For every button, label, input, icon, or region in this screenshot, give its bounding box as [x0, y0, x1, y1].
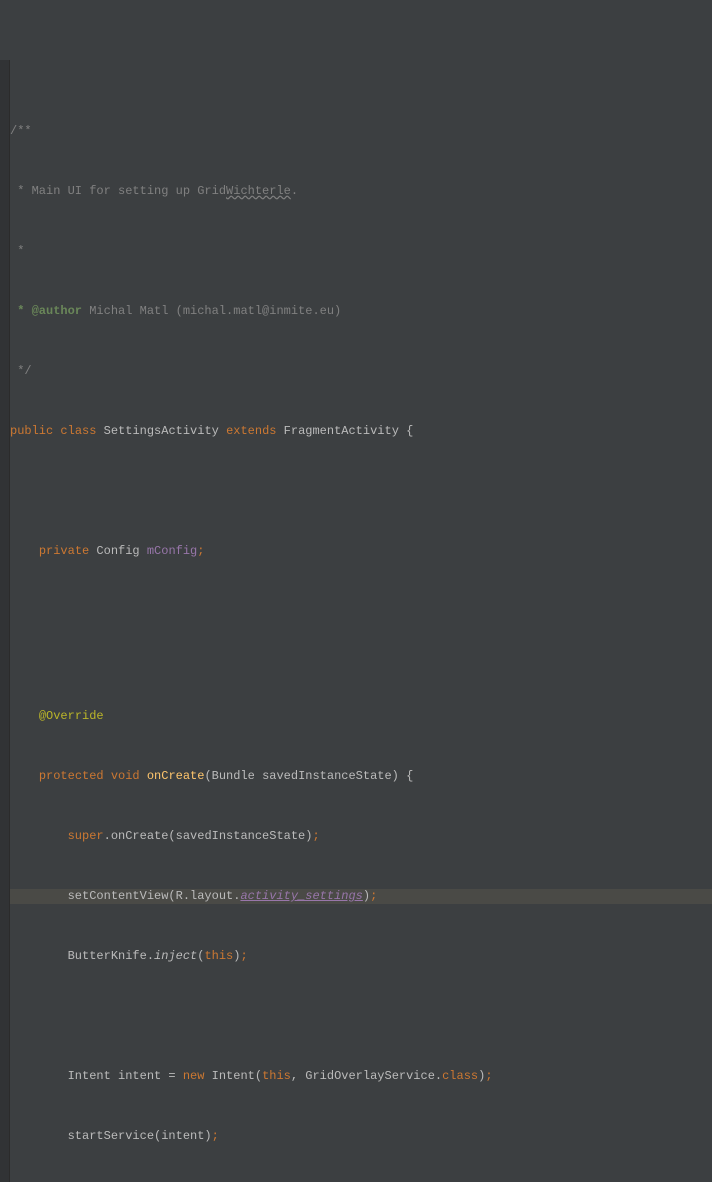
- setcontentview-line: setContentView(R.layout.activity_setting…: [0, 889, 712, 904]
- startservice-line: startService(intent);: [10, 1129, 712, 1144]
- comment-author: * @author Michal Matl (michal.matl@inmit…: [10, 304, 341, 318]
- oncreate-signature: protected void onCreate(Bundle savedInst…: [10, 769, 712, 784]
- override-annotation: @Override: [10, 709, 712, 724]
- super-call: super.onCreate(savedInstanceState);: [10, 829, 712, 844]
- gutter: [0, 60, 10, 1182]
- butterknife-line: ButterKnife.inject(this);: [10, 949, 712, 964]
- code-editor[interactable]: /** * Main UI for setting up GridWichter…: [0, 60, 712, 1182]
- comment-desc: * Main UI for setting up GridWichterle.: [10, 184, 298, 198]
- field-declaration: private Config mConfig;: [10, 544, 712, 559]
- comment-close: */: [10, 364, 32, 378]
- comment-open: /**: [10, 124, 32, 138]
- intent-decl: Intent intent = new Intent(this, GridOve…: [10, 1069, 712, 1084]
- class-declaration: public class SettingsActivity extends Fr…: [10, 424, 712, 439]
- comment-star: *: [10, 244, 24, 258]
